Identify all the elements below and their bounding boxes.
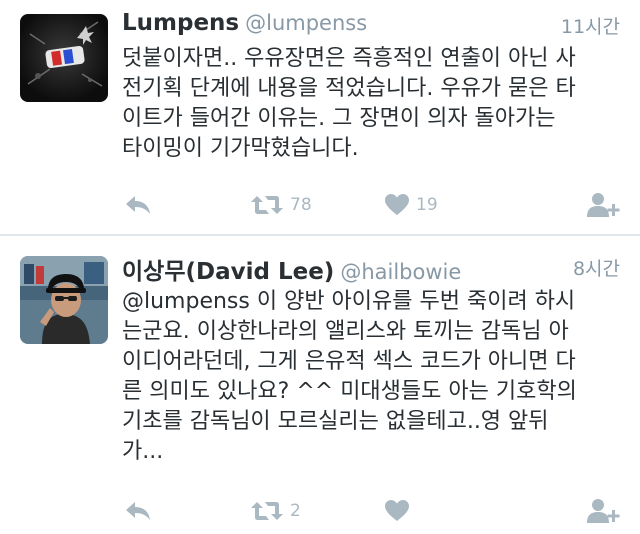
user-handle[interactable]: @lumpenss: [245, 11, 367, 35]
tweet-actions: 78 19: [122, 188, 620, 222]
tweet-text-line: 이디어라던데, 그게 은유적 섹스 코드가 아니면 다: [122, 349, 576, 374]
user-handle[interactable]: @hailbowie: [340, 260, 461, 284]
heart-icon: [385, 194, 409, 215]
like-button[interactable]: 19: [384, 188, 438, 222]
tweet[interactable]: Lumpens @lumpenss 11시간 덧붙이자면.. 우유장면은 즉흥적인…: [0, 0, 640, 236]
follow-button[interactable]: [586, 188, 620, 222]
avatar-image-person-icon: [20, 256, 108, 344]
avatar[interactable]: [20, 14, 108, 102]
follow-person-icon: [587, 193, 620, 217]
tweet-text-line: 전기획 단계에 내용을 적었습니다. 우유가 묻은 타: [122, 76, 576, 101]
tweet-text-line: @lumpenss 이 양반 아이유를 두번 죽이려 하시: [122, 289, 576, 314]
retweet-count: 2: [290, 501, 301, 521]
tweet-text-line: 는군요. 이상한나라의 앨리스와 토끼는 감독님 아: [122, 319, 569, 344]
avatar-image-can-icon: [20, 14, 108, 102]
tweet-text-line: 덧붙이자면.. 우유장면은 즉흥적인 연출이 아닌 사: [122, 46, 576, 71]
retweet-button[interactable]: 2: [250, 494, 301, 528]
display-name[interactable]: Lumpens: [122, 10, 239, 36]
tweet-header: 이상무(David Lee) @hailbowie 8시간: [122, 252, 620, 286]
follow-person-icon: [587, 499, 620, 523]
reply-arrow-icon: [126, 196, 150, 214]
tweet-actions: 2: [122, 494, 620, 528]
retweet-icon: [251, 196, 283, 214]
reply-arrow-icon: [126, 502, 150, 520]
like-button[interactable]: [384, 494, 416, 528]
timestamp[interactable]: 8시간: [573, 254, 620, 281]
follow-button[interactable]: [586, 494, 620, 528]
reply-button[interactable]: [124, 188, 152, 222]
tweet-text-line: 이트가 들어간 이유는. 그 장면이 의자 돌아가는: [122, 106, 556, 131]
heart-icon: [385, 500, 409, 521]
tweet-timeline: Lumpens @lumpenss 11시간 덧붙이자면.. 우유장면은 즉흥적인…: [0, 0, 640, 534]
tweet-text: 덧붙이자면.. 우유장면은 즉흥적인 연출이 아닌 사 전기획 단계에 내용을 …: [122, 44, 622, 164]
retweet-count: 78: [290, 195, 312, 215]
tweet-text: @lumpenss 이 양반 아이유를 두번 죽이려 하시 는군요. 이상한나라…: [122, 287, 622, 467]
tweet-text-line: 타이밍이 기가막혔습니다.: [122, 136, 359, 161]
like-count: 19: [416, 195, 438, 215]
retweet-icon: [251, 502, 283, 520]
tweet-header: Lumpens @lumpenss 11시간: [122, 10, 620, 44]
display-name[interactable]: 이상무(David Lee): [122, 259, 334, 285]
tweet[interactable]: 이상무(David Lee) @hailbowie 8시간 @lumpenss 이…: [0, 236, 640, 534]
timestamp[interactable]: 11시간: [561, 12, 620, 39]
retweet-button[interactable]: 78: [250, 188, 312, 222]
tweet-text-line: 가...: [122, 439, 164, 464]
tweet-text-line: 른 의미도 있나요? ^^ 미대생들도 아는 기호학의: [122, 379, 577, 404]
reply-button[interactable]: [124, 494, 152, 528]
tweet-text-line: 기초를 감독님이 모르실리는 없을테고..영 앞뒤: [122, 409, 549, 434]
avatar[interactable]: [20, 256, 108, 344]
